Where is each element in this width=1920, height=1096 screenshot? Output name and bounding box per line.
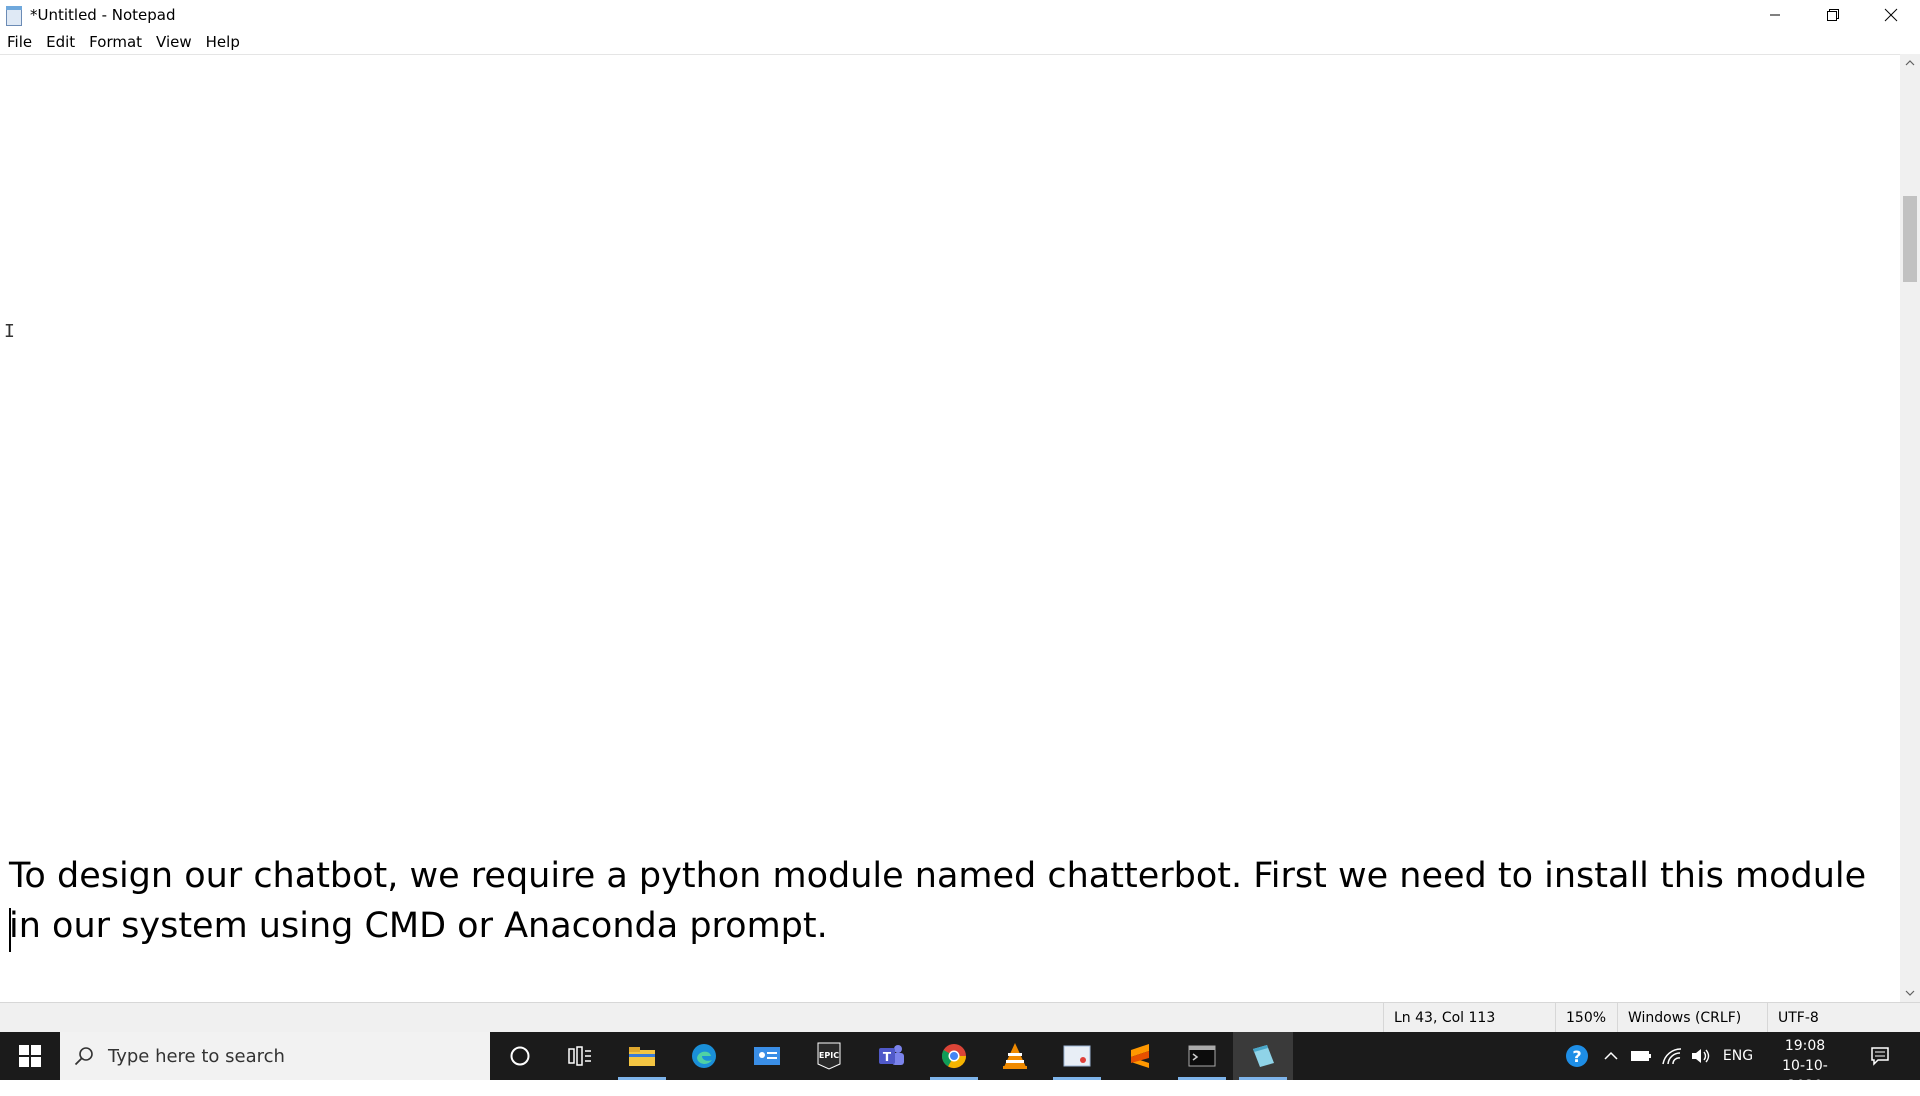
window-controls — [1746, 0, 1920, 30]
status-position: Ln 43, Col 113 — [1383, 1003, 1558, 1033]
scroll-thumb[interactable] — [1903, 196, 1917, 282]
system-clock[interactable]: 19:08 10-10-2020 — [1765, 1036, 1845, 1096]
notepad-taskbar-icon[interactable] — [1233, 1032, 1293, 1080]
vertical-scrollbar[interactable] — [1900, 54, 1920, 1002]
clock-date: 10-10-2020 — [1782, 1058, 1828, 1094]
battery-icon[interactable] — [1626, 1032, 1656, 1080]
start-button[interactable] — [0, 1032, 60, 1080]
editor-content[interactable]: To design our chatbot, we require a pyth… — [9, 851, 1894, 951]
status-zoom: 150% — [1555, 1003, 1626, 1033]
language-indicator[interactable]: ENG — [1718, 1032, 1758, 1080]
menu-format[interactable]: Format — [82, 33, 149, 51]
menu-edit[interactable]: Edit — [39, 33, 82, 51]
contact-card-icon[interactable] — [737, 1032, 797, 1080]
wifi-icon[interactable] — [1657, 1032, 1687, 1080]
notification-center-icon[interactable] — [1862, 1032, 1898, 1080]
svg-text:?: ? — [1572, 1047, 1581, 1066]
status-encoding: UTF-8 — [1767, 1003, 1908, 1033]
scroll-up-icon[interactable] — [1900, 54, 1920, 72]
close-icon — [1884, 8, 1898, 22]
windows-logo-icon — [19, 1045, 41, 1067]
window-title: *Untitled - Notepad — [30, 6, 176, 24]
svg-text:T: T — [883, 1050, 892, 1064]
restore-button[interactable] — [1804, 0, 1862, 30]
notepad-icon — [4, 5, 24, 26]
sublime-text-icon[interactable] — [1110, 1032, 1170, 1080]
vlc-icon[interactable] — [985, 1032, 1045, 1080]
taskbar-search-box[interactable]: Type here to search — [60, 1032, 490, 1080]
menu-view[interactable]: View — [149, 33, 199, 51]
minimize-icon — [1770, 14, 1780, 16]
task-view-icon[interactable] — [550, 1032, 610, 1080]
chrome-icon[interactable] — [924, 1032, 984, 1080]
help-icon[interactable]: ? — [1560, 1032, 1594, 1080]
status-bar: Ln 43, Col 113 150% Windows (CRLF) UTF-8 — [0, 1002, 1920, 1033]
volume-icon[interactable] — [1686, 1032, 1716, 1080]
restore-icon — [1827, 9, 1839, 21]
minimize-button[interactable] — [1746, 0, 1804, 30]
file-explorer-icon[interactable] — [612, 1032, 672, 1080]
clock-time: 19:08 — [1784, 1038, 1826, 1054]
show-hidden-icons-chevron-up-icon[interactable] — [1598, 1032, 1624, 1080]
title-bar: *Untitled - Notepad — [0, 0, 1920, 30]
status-line-ending: Windows (CRLF) — [1617, 1003, 1766, 1033]
search-icon — [74, 1047, 93, 1066]
menu-file[interactable]: File — [0, 33, 39, 51]
menu-help[interactable]: Help — [199, 33, 247, 51]
teams-icon[interactable]: T — [861, 1032, 921, 1080]
scroll-down-icon[interactable] — [1900, 984, 1920, 1002]
menu-bar: File Edit Format View Help — [0, 30, 1920, 53]
ibeam-cursor-icon: I — [4, 321, 15, 342]
terminal-icon[interactable] — [1172, 1032, 1232, 1080]
snipping-tool-icon[interactable] — [1047, 1032, 1107, 1080]
taskbar: Type here to search EPIC T ? ENG 19:08 1… — [0, 1032, 1920, 1094]
svg-text:EPIC: EPIC — [819, 1051, 839, 1060]
edge-icon[interactable] — [674, 1032, 734, 1080]
epic-games-icon[interactable]: EPIC — [799, 1032, 859, 1080]
text-caret — [9, 908, 11, 952]
close-button[interactable] — [1862, 0, 1920, 30]
search-placeholder: Type here to search — [108, 1045, 285, 1067]
cortana-icon[interactable] — [490, 1032, 550, 1080]
text-editor[interactable]: I To design our chatbot, we require a py… — [0, 54, 1900, 1003]
